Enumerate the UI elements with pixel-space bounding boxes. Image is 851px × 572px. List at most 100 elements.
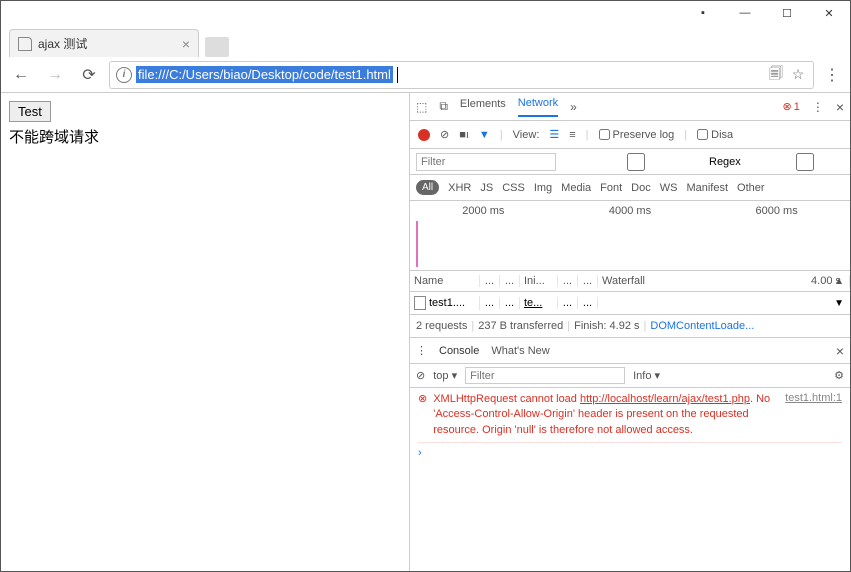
devtools-menu-icon[interactable]: ⋮ (812, 100, 824, 114)
view-detail-icon[interactable]: ≡ (569, 129, 575, 141)
network-toolbar: ⊘ ■ı ▼ | View: ☰ ≡ | Preserve log | Disa (410, 121, 850, 149)
record-button[interactable] (418, 129, 430, 141)
context-selector[interactable]: top ▾ (433, 369, 457, 382)
devtools-tabs: ⬚ ⧉ Elements Network » 1 ⋮ × (410, 93, 850, 121)
more-tabs-icon[interactable]: » (570, 100, 577, 114)
tab-strip: ajax 测试 × (1, 25, 850, 57)
translate-icon[interactable]: 🗐 (767, 63, 785, 87)
col-dots[interactable]: ... (558, 275, 578, 287)
bookmark-icon[interactable]: ☆ (789, 66, 807, 83)
tab-elements[interactable]: Elements (460, 98, 506, 116)
page-text: 不能跨域请求 (9, 126, 401, 147)
browser-window: ▪ — ☐ ✕ ajax 测试 × ← → ⟳ i file:///C:/Use… (0, 0, 851, 572)
network-status-bar: 2 requests| 237 B transferred| Finish: 4… (410, 314, 850, 338)
log-level-selector[interactable]: Info ▾ (633, 369, 660, 382)
tick-2: 4000 ms (609, 205, 651, 217)
chrome-menu-button[interactable]: ⋮ (820, 65, 844, 85)
filter-font[interactable]: Font (600, 182, 622, 194)
disable-cache-checkbox[interactable]: Disa (697, 129, 733, 141)
network-table-header: Name ... ... Ini... ... ... Waterfall 4.… (410, 270, 850, 292)
capture-icon[interactable]: ■ı (459, 129, 469, 141)
drawer-tab-console[interactable]: Console (439, 345, 479, 357)
status-transferred: 237 B transferred (478, 320, 563, 332)
console-settings-icon[interactable]: ⚙ (834, 369, 844, 382)
content-area: Test 不能跨域请求 ⬚ ⧉ Elements Network » 1 ⋮ ×… (1, 93, 850, 571)
window-close-button[interactable]: ✕ (808, 1, 850, 25)
col-dots[interactable]: ... (500, 275, 520, 287)
error-badge[interactable]: 1 (782, 100, 799, 113)
request-name: test1.... (410, 296, 480, 310)
site-info-icon[interactable]: i (116, 67, 132, 83)
col-dots[interactable]: ... (480, 275, 500, 287)
test-button[interactable]: Test (9, 101, 51, 122)
browser-tab[interactable]: ajax 测试 × (9, 29, 199, 57)
filter-all[interactable]: All (416, 180, 439, 195)
filter-icon[interactable]: ▼ (479, 129, 490, 141)
error-icon: ⊗ (418, 392, 427, 438)
request-initiator: te... (520, 297, 558, 309)
reload-button[interactable]: ⟳ (75, 61, 103, 89)
preserve-log-checkbox[interactable]: Preserve log (599, 129, 675, 141)
col-initiator[interactable]: Ini... (520, 275, 558, 287)
clear-icon[interactable]: ⊘ (440, 128, 449, 141)
tab-network[interactable]: Network (518, 97, 558, 117)
filter-media[interactable]: Media (561, 182, 591, 194)
tab-title: ajax 测试 (38, 35, 176, 52)
network-filter-input[interactable] (416, 153, 556, 171)
maximize-button[interactable]: ☐ (766, 1, 808, 25)
console-toolbar: ⊘ top ▾ Info ▾ ⚙ (410, 364, 850, 388)
col-waterfall[interactable]: Waterfall 4.00 s (598, 275, 850, 287)
new-tab-button[interactable] (205, 37, 229, 57)
error-source-link[interactable]: test1.html:1 (785, 392, 842, 438)
minimize-button[interactable]: — (724, 1, 766, 25)
user-icon[interactable]: ▪ (682, 1, 724, 25)
nav-toolbar: ← → ⟳ i file:///C:/Users/biao/Desktop/co… (1, 57, 850, 93)
console-error-message[interactable]: ⊗ XMLHttpRequest cannot load http://loca… (418, 392, 842, 443)
scroll-down-icon[interactable]: ▼ (834, 298, 844, 309)
device-toggle-icon[interactable]: ⧉ (439, 99, 448, 114)
filter-doc[interactable]: Doc (631, 182, 651, 194)
status-requests: 2 requests (416, 320, 467, 332)
inspect-icon[interactable]: ⬚ (416, 100, 427, 114)
status-finish: Finish: 4.92 s (574, 320, 639, 332)
drawer-tab-whatsnew[interactable]: What's New (491, 345, 549, 357)
text-cursor (397, 67, 398, 83)
filter-manifest[interactable]: Manifest (686, 182, 728, 194)
hide-data-urls-checkbox[interactable]: Hide data URLs (751, 150, 850, 174)
console-body: ⊗ XMLHttpRequest cannot load http://loca… (410, 388, 850, 571)
error-text: XMLHttpRequest cannot load http://localh… (433, 392, 779, 438)
devtools-panel: ⬚ ⧉ Elements Network » 1 ⋮ × ⊘ ■ı ▼ | Vi… (409, 93, 850, 571)
console-prompt[interactable]: › (418, 447, 842, 459)
col-name[interactable]: Name (410, 275, 480, 287)
drawer-tabs: ⋮ Console What's New × (410, 338, 850, 364)
url-text: file:///C:/Users/biao/Desktop/code/test1… (136, 66, 393, 83)
status-dcl: DOMContentLoade... (650, 320, 754, 332)
tick-1: 2000 ms (462, 205, 504, 217)
network-request-row[interactable]: test1.... ... ... te... ... ... ▼ (410, 292, 850, 314)
view-label: View: (513, 129, 540, 141)
drawer-menu-icon[interactable]: ⋮ (416, 344, 427, 357)
network-filter-row: Regex Hide data URLs (410, 149, 850, 175)
tab-close-icon[interactable]: × (182, 36, 190, 52)
col-dots[interactable]: ... (578, 275, 598, 287)
console-filter-input[interactable] (465, 367, 625, 384)
window-titlebar: ▪ — ☐ ✕ (1, 1, 850, 25)
back-button[interactable]: ← (7, 61, 35, 89)
regex-checkbox[interactable]: Regex (566, 153, 741, 171)
address-bar[interactable]: i file:///C:/Users/biao/Desktop/code/tes… (109, 61, 814, 89)
filter-img[interactable]: Img (534, 182, 552, 194)
filter-other[interactable]: Other (737, 182, 765, 194)
network-timeline[interactable]: 2000 ms 4000 ms 6000 ms (410, 201, 850, 271)
view-list-icon[interactable]: ☰ (549, 128, 559, 141)
devtools-close-icon[interactable]: × (836, 99, 844, 115)
page-icon (18, 37, 32, 51)
filter-xhr[interactable]: XHR (448, 182, 471, 194)
filter-js[interactable]: JS (480, 182, 493, 194)
clear-console-icon[interactable]: ⊘ (416, 369, 425, 382)
filter-css[interactable]: CSS (502, 182, 525, 194)
page-body: Test 不能跨域请求 (1, 93, 409, 571)
tick-3: 6000 ms (756, 205, 798, 217)
filter-ws[interactable]: WS (660, 182, 678, 194)
drawer-close-icon[interactable]: × (836, 343, 844, 359)
scroll-up-icon[interactable]: ▲ (834, 276, 844, 287)
